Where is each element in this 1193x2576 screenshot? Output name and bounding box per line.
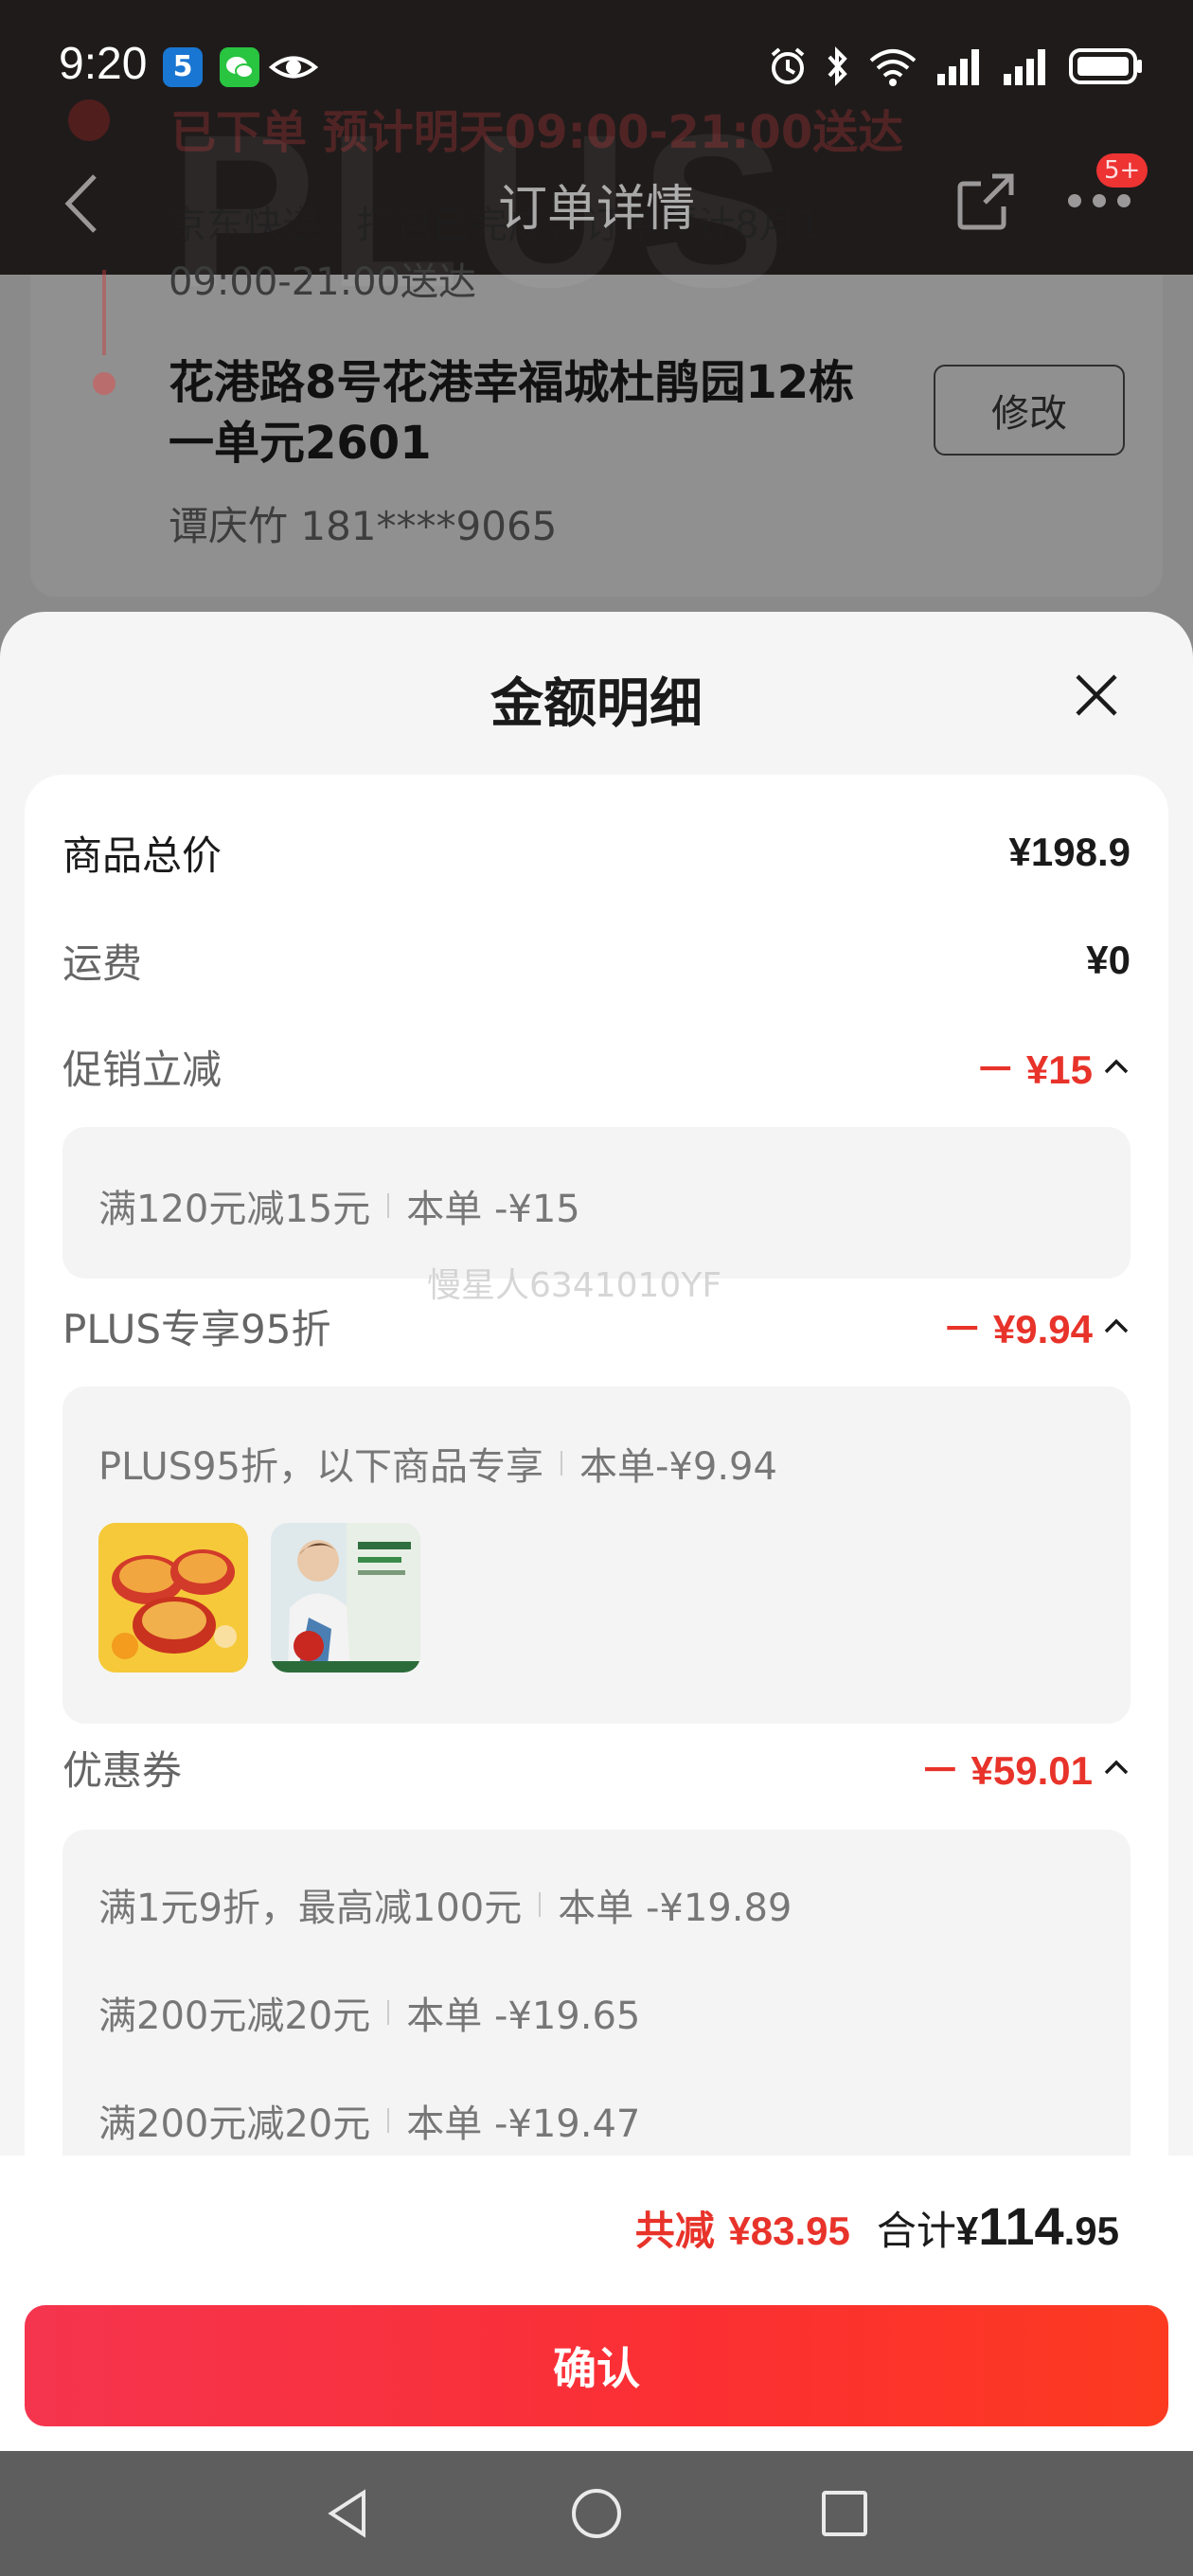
total-integer: 114 (978, 2196, 1064, 2256)
bluetooth-icon (828, 46, 847, 86)
clock: 9:20 (59, 39, 148, 89)
coupon-detail-line: 满1元9折，最高减100元 本单 -¥19.89 (98, 1877, 792, 1932)
total-currency: ¥ (955, 2209, 979, 2253)
total-label: 合计 (876, 2208, 956, 2254)
plus-discount-row[interactable]: PLUS专享95折 － ¥9.94 (62, 1297, 1131, 1354)
address-dot-icon (93, 372, 116, 395)
total-decimal: .95 (1063, 2209, 1119, 2253)
promo-row[interactable]: 促销立减 － ¥15 (62, 1038, 1131, 1095)
app-5-icon: 5 (163, 47, 203, 87)
modify-address-button[interactable]: 修改 (934, 365, 1125, 456)
saved-value: ¥83.95 (728, 2209, 850, 2253)
coupon-amount: － ¥59.01 (919, 1747, 1093, 1793)
chevron-up-icon[interactable] (1102, 1316, 1131, 1335)
divider (387, 2000, 390, 2025)
battery-icon (1069, 48, 1142, 84)
wifi-icon (869, 49, 917, 86)
plus-detail-box: PLUS95折，以下商品专享 本单-¥9.94 (62, 1386, 1131, 1724)
coupon-detail-line: 满200元减20元 本单 -¥19.65 (98, 1985, 640, 2040)
plus-detail-line: PLUS95折，以下商品专享 本单-¥9.94 (98, 1436, 777, 1491)
goods-total-label: 商品总价 (62, 832, 223, 879)
shipping-amount: ¥0 (1086, 938, 1131, 982)
chevron-up-icon[interactable] (1102, 1758, 1131, 1777)
plus-discount-label: PLUS专享95折 (62, 1305, 331, 1352)
timeline-connector (102, 270, 106, 355)
promo-label: 促销立减 (62, 1046, 223, 1093)
total-summary: 共减 ¥83.95 合计 ¥ 114 .95 (635, 2195, 1119, 2257)
promo-amount: － ¥15 (975, 1046, 1093, 1092)
goods-total-row: 商品总价 ¥198.9 (62, 824, 1131, 881)
divider (560, 1451, 562, 1476)
divider (387, 1193, 390, 1218)
total-saved: 共减 ¥83.95 (635, 2199, 850, 2257)
plus-rule: PLUS95折，以下商品专享 (98, 1445, 543, 1489)
coupon-value: 本单 -¥19.89 (558, 1887, 792, 1930)
wechat-icon (220, 47, 259, 87)
close-icon[interactable] (1072, 671, 1121, 720)
goods-total-amount: ¥198.9 (1008, 830, 1131, 874)
product-thumbnail-promo-poster[interactable] (271, 1523, 420, 1673)
alarm-icon (771, 47, 805, 84)
nav-home-icon[interactable] (568, 2485, 625, 2542)
divider (539, 1892, 542, 1917)
plus-value: 本单-¥9.94 (579, 1445, 777, 1489)
nav-back-icon[interactable] (320, 2485, 377, 2542)
notification-badge: 5+ (1096, 153, 1148, 188)
saved-label: 共减 (634, 2208, 715, 2254)
coupon-value: 本单 -¥19.47 (406, 2102, 641, 2146)
promo-rule: 满120元减15元 (98, 1188, 371, 1231)
signal-icon-2 (1004, 49, 1045, 85)
divider (387, 2108, 390, 2133)
shipping-row: 运费 ¥0 (62, 932, 1131, 989)
coupon-detail-line: 满200元减20元 本单 -¥19.47 (98, 2093, 640, 2148)
order-header: 订单详情 5+ (0, 142, 1193, 265)
nav-recents-icon[interactable] (816, 2485, 873, 2542)
promo-detail-line: 满120元减15元 本单 -¥15 (98, 1178, 580, 1233)
shipping-label: 运费 (62, 939, 143, 987)
coupon-rule: 满1元9折，最高减100元 (98, 1887, 523, 1930)
promo-value: 本单 -¥15 (406, 1188, 580, 1231)
coupon-label: 优惠券 (62, 1746, 183, 1794)
promo-detail-box: 满120元减15元 本单 -¥15 (62, 1127, 1131, 1279)
coupon-value: 本单 -¥19.65 (406, 1995, 641, 2038)
status-bar: 9:20 5 (0, 0, 1193, 133)
product-thumbnail-mooncake[interactable] (98, 1523, 248, 1673)
system-navigation-bar (0, 2451, 1193, 2576)
share-icon[interactable] (954, 170, 1017, 233)
signal-icon (937, 49, 979, 85)
plus-discount-amount: － ¥9.94 (942, 1306, 1093, 1351)
sheet-title: 金额明细 (490, 673, 703, 735)
more-options-icon[interactable] (1066, 189, 1132, 212)
coupon-rule: 满200元减20元 (98, 1995, 371, 2038)
plus-product-thumbnails (98, 1523, 420, 1673)
confirm-button[interactable]: 确认 (25, 2305, 1168, 2426)
eye-icon (268, 47, 319, 87)
checkout-footer: 共减 ¥83.95 合计 ¥ 114 .95 确认 (0, 2156, 1193, 2451)
coupon-rule: 满200元减20元 (98, 2102, 371, 2146)
recipient-contact: 谭庆竹 181****9065 (169, 503, 558, 549)
coupon-row[interactable]: 优惠券 － ¥59.01 (62, 1739, 1131, 1796)
chevron-up-icon[interactable] (1102, 1057, 1131, 1076)
delivery-address: 花港路8号花港幸福城杜鹃园12栋一单元2601 (169, 356, 855, 470)
